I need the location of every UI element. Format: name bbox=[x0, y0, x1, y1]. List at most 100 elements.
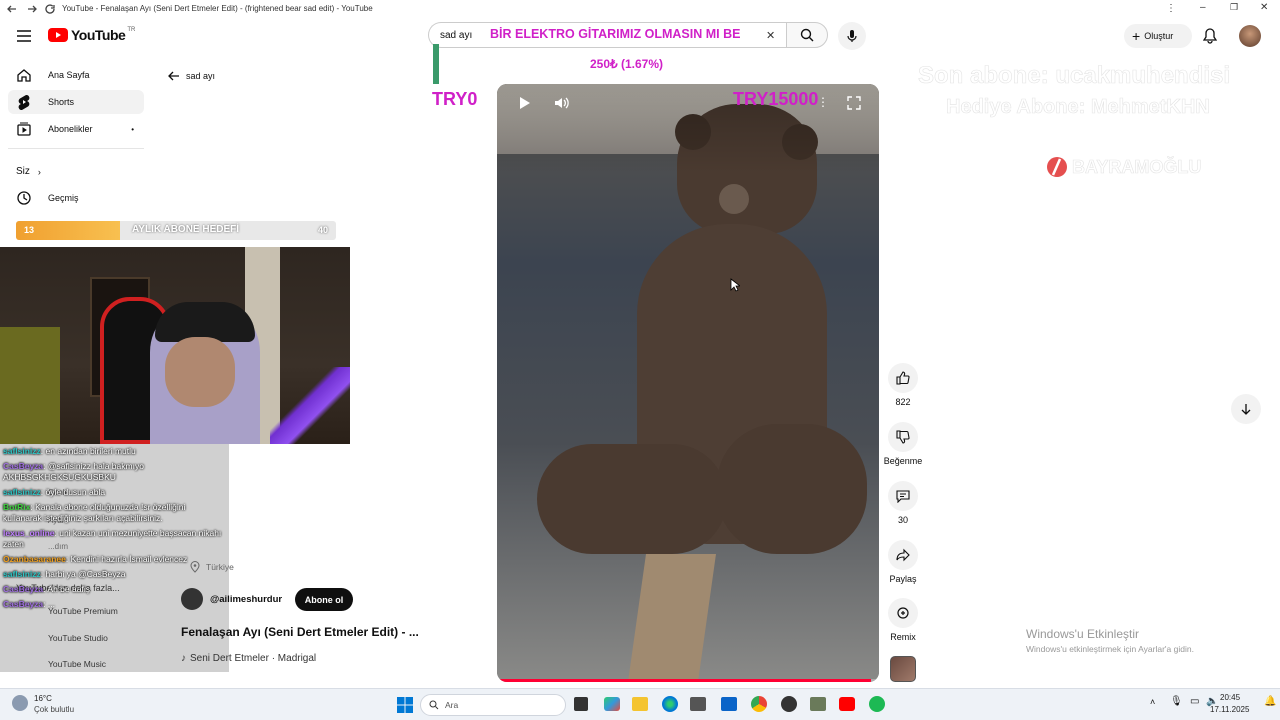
sidebar-item-label: Shorts bbox=[48, 97, 75, 107]
windows-start-icon[interactable] bbox=[397, 697, 413, 713]
gift-subscriber-overlay: Hediye Abone: MehmetKHN bbox=[946, 96, 1210, 119]
remix-button[interactable]: Remix bbox=[884, 598, 922, 642]
try-left-label: TRY0 bbox=[432, 89, 478, 109]
thumbs-down-icon bbox=[896, 430, 910, 444]
chat-username: lexus_online bbox=[3, 528, 55, 538]
channel-name[interactable]: @ailimeshurdur bbox=[210, 594, 282, 605]
obs-icon[interactable] bbox=[781, 696, 797, 712]
video-progress-track[interactable] bbox=[497, 679, 879, 682]
logo-region: TR bbox=[127, 27, 136, 33]
channel-avatar[interactable] bbox=[181, 588, 203, 610]
back-to-search[interactable]: sad ayı bbox=[168, 71, 215, 81]
goal-current: 13 bbox=[24, 225, 35, 235]
try-right-label: TRY15000 bbox=[733, 89, 819, 109]
close-window-icon[interactable]: ✕ bbox=[1260, 2, 1268, 13]
like-button[interactable]: 822 bbox=[884, 363, 922, 407]
weather-icon[interactable] bbox=[12, 695, 28, 711]
subscribe-button[interactable]: Abone ol bbox=[295, 588, 353, 611]
taskbar-search-placeholder: Ara bbox=[445, 700, 459, 710]
spotify-icon[interactable] bbox=[869, 696, 885, 712]
remix-label: Remix bbox=[890, 632, 916, 642]
edge-browser-icon[interactable] bbox=[662, 696, 678, 712]
chrome-icon[interactable] bbox=[751, 696, 767, 712]
mouse-cursor-icon bbox=[730, 278, 740, 292]
network-icon[interactable]: ▭ bbox=[1190, 696, 1199, 707]
sidebar-item-subscriptions[interactable]: Abonelikler • bbox=[8, 117, 144, 141]
thumbs-up-icon bbox=[896, 371, 910, 385]
task-view-icon[interactable] bbox=[574, 697, 588, 711]
chat-username: saflsinizz bbox=[3, 487, 41, 497]
app-icon-generic[interactable] bbox=[690, 697, 706, 711]
dislike-label: Beğenme bbox=[883, 456, 923, 466]
watermark-subtitle: Windows'u etkinleştirmek için Ayarlar'a … bbox=[1026, 644, 1194, 654]
sidebar-you-header[interactable]: Siz › bbox=[16, 166, 41, 177]
last-subscriber-overlay: Son abone: ucakmuhendisi bbox=[918, 62, 1231, 90]
comments-button[interactable]: 30 bbox=[884, 481, 922, 525]
chat-username: Ozanbasaranee bbox=[3, 554, 66, 564]
chat-message: lexus_online: uni kazan uni mezuniyette … bbox=[0, 526, 229, 552]
goal-target: 40 bbox=[318, 225, 329, 235]
search-input[interactable]: sad ayı bbox=[440, 30, 472, 41]
video-title[interactable]: Fenalaşan Ayı (Seni Dert Etmeler Edit) -… bbox=[181, 625, 419, 639]
streamer-cap bbox=[155, 302, 255, 342]
sound-thumbnail[interactable] bbox=[890, 656, 916, 682]
youtube-play-logo-icon bbox=[48, 28, 68, 42]
window-title: YouTube - Fenalaşan Ayı (Seni Dert Etmel… bbox=[62, 4, 373, 13]
back-icon[interactable] bbox=[6, 3, 18, 15]
music-info[interactable]: ♪ Seni Dert Etmeler · Madrigal bbox=[181, 653, 316, 664]
youtube-logo[interactable]: YouTube TR bbox=[48, 27, 135, 43]
widgets-app-icon[interactable] bbox=[604, 697, 620, 711]
sidebar-divider bbox=[8, 148, 144, 149]
sidebar-item-history[interactable]: Geçmiş bbox=[8, 186, 144, 210]
chat-text: : harbi ya @CasBeyza bbox=[40, 569, 126, 579]
top-shade bbox=[497, 84, 879, 682]
clock-date: 17.11.2025 bbox=[1210, 705, 1250, 714]
voice-search-button[interactable] bbox=[838, 22, 866, 50]
dislike-button[interactable]: Beğenme bbox=[880, 422, 926, 466]
sidebar-item-home[interactable]: Ana Sayfa bbox=[8, 63, 144, 87]
next-video-button[interactable] bbox=[1231, 394, 1261, 424]
history-icon bbox=[17, 191, 31, 205]
file-explorer-icon[interactable] bbox=[632, 697, 648, 711]
avatar[interactable] bbox=[1239, 25, 1261, 47]
share-button[interactable]: Paylaş bbox=[884, 540, 922, 584]
create-button[interactable]: + Oluştur bbox=[1124, 24, 1192, 48]
microphone-icon bbox=[847, 30, 857, 42]
tray-chevron-icon[interactable]: ˄ bbox=[1150, 697, 1155, 707]
chat-message: saflsinizz: harbi ya @CasBeyza bbox=[0, 567, 229, 582]
menu-icon[interactable] bbox=[16, 29, 32, 43]
subscriptions-icon bbox=[17, 122, 31, 136]
restore-icon[interactable]: ❐ bbox=[1230, 2, 1238, 13]
sidebar-item-shorts[interactable]: Shorts bbox=[8, 90, 144, 114]
reload-icon[interactable] bbox=[44, 3, 56, 15]
fullscreen-icon[interactable] bbox=[847, 96, 861, 110]
game-app-icon[interactable] bbox=[810, 697, 826, 711]
chat-username: CasBeyza bbox=[3, 599, 44, 609]
notifications-bell-icon[interactable] bbox=[1203, 28, 1217, 44]
more-options-icon[interactable]: ⋮ bbox=[817, 95, 829, 109]
search-button[interactable] bbox=[786, 22, 828, 48]
new-content-dot-icon: • bbox=[131, 124, 134, 134]
minimize-icon[interactable]: – bbox=[1200, 2, 1206, 13]
subscriber-goal-bar: 13 AYLIK ABONE HEDEFİ 40 bbox=[16, 221, 336, 240]
chat-username: saflsinizz bbox=[3, 569, 41, 579]
forward-icon[interactable] bbox=[26, 3, 38, 15]
chat-username: saflsinizz bbox=[3, 446, 41, 456]
taskbar-search[interactable]: Ara bbox=[420, 694, 566, 716]
chat-message: CasBeyza: @saflsinizz hala bakmıyo AKHBS… bbox=[0, 459, 229, 485]
play-icon[interactable] bbox=[517, 96, 531, 110]
volume-icon[interactable] bbox=[553, 95, 569, 111]
outlook-icon[interactable] bbox=[721, 697, 737, 711]
windows-activation-watermark: Windows'u Etkinleştir Windows'u etkinleş… bbox=[1026, 627, 1194, 654]
shorts-video-player[interactable]: ⋮ bbox=[497, 84, 879, 682]
microphone-tray-icon[interactable]: 🎙 bbox=[1170, 696, 1183, 707]
browser-title-bar: YouTube - Fenalaşan Ayı (Seni Dert Etmel… bbox=[0, 0, 1280, 18]
clear-search-icon[interactable]: ✕ bbox=[766, 29, 775, 42]
chat-text: : en azından birileri mutlu bbox=[40, 446, 136, 456]
music-label: Seni Dert Etmeler · Madrigal bbox=[190, 653, 317, 664]
more-menu-icon[interactable]: ⋮ bbox=[1166, 3, 1176, 14]
youtube-taskbar-icon[interactable] bbox=[839, 697, 855, 711]
chat-message: saflsinizz: en azından birileri mutlu bbox=[0, 444, 229, 459]
notifications-tray-icon[interactable]: 🔔 bbox=[1264, 696, 1276, 707]
partner-logo: BAYRAMOĞLU bbox=[1046, 156, 1202, 178]
